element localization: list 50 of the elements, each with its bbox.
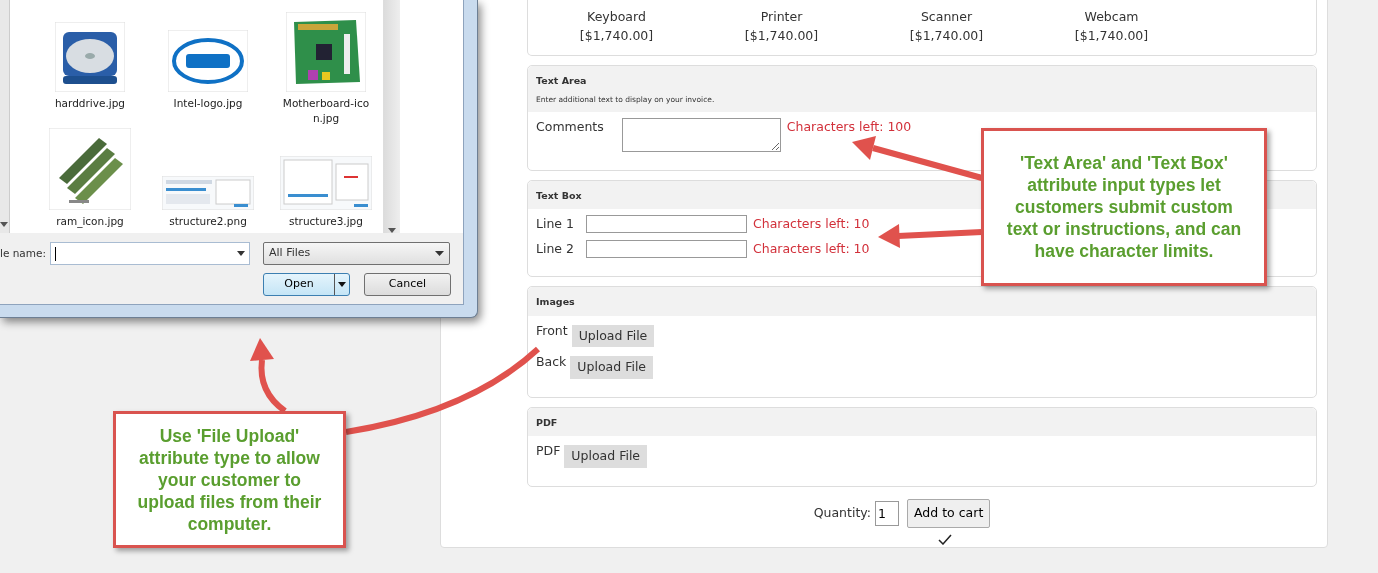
comments-field[interactable]: [621, 117, 781, 152]
field-label: PDF: [536, 442, 561, 461]
section-title: PDF: [536, 416, 559, 430]
section-title: Text Area: [536, 74, 588, 88]
product-price: [$1,740.00]: [578, 27, 655, 45]
file-name[interactable]: structure3.jpg: [280, 214, 372, 229]
file-name[interactable]: harddrive.jpg: [44, 96, 136, 111]
quantity-label: Quantity:: [813, 504, 871, 522]
file-name[interactable]: ram_icon.jpg: [44, 214, 136, 229]
upload-button[interactable]: Upload File: [564, 445, 648, 468]
file-type-dropdown[interactable]: All Files: [263, 242, 451, 265]
checkmark-icon: [938, 533, 952, 545]
caret-icon: [435, 251, 445, 256]
characters-left: Characters left: 10: [753, 239, 870, 258]
section-title: Images: [536, 295, 576, 310]
cancel-button[interactable]: Cancel: [364, 273, 451, 296]
section-title: Text Box: [536, 188, 583, 203]
scroll-down-icon[interactable]: [388, 228, 396, 233]
caret-icon: [338, 282, 346, 287]
field-label: Line 2: [536, 239, 574, 258]
product-name: Printer: [759, 8, 804, 26]
scrollbar[interactable]: [383, 0, 400, 233]
field-label: Back: [536, 353, 567, 372]
file-name-field[interactable]: [50, 242, 251, 265]
product-price: [$1,740.00]: [908, 27, 985, 45]
characters-left: Characters left: 100: [786, 117, 912, 136]
upload-button[interactable]: Upload File: [571, 324, 655, 348]
callout-note: 'Text Area' and 'Text Box' attribute input types let customers submit custom text or instructions, and can have character limits.: [981, 128, 1267, 286]
callout-note: Use 'File Upload' attribute type to allow your customer to upload files from their computer.: [113, 411, 346, 548]
characters-left: Characters left: 10: [753, 214, 870, 233]
text-field[interactable]: [586, 239, 747, 258]
product-name: Keyboard: [586, 8, 647, 26]
open-button[interactable]: Open: [263, 273, 350, 296]
product-price: [$1,740.00]: [1073, 27, 1150, 45]
scroll-down-icon[interactable]: [0, 222, 8, 227]
upload-button[interactable]: Upload File: [570, 356, 654, 379]
text-field[interactable]: [586, 214, 747, 233]
file-name[interactable]: structure2.png: [162, 214, 254, 229]
field-label: Line 1: [536, 214, 574, 233]
file-name[interactable]: Motherboard-icon.jpg: [280, 96, 372, 126]
product-price: [$1,740.00]: [743, 27, 820, 45]
field-label: Comments: [536, 117, 604, 136]
file-name[interactable]: Intel-logo.jpg: [162, 96, 254, 111]
file-name-label: le name:: [0, 245, 47, 261]
add-to-cart-button[interactable]: Add to cart: [907, 499, 991, 528]
product-name: Scanner: [919, 8, 974, 26]
product-name: Webcam: [1083, 8, 1140, 26]
caret-icon[interactable]: [237, 251, 246, 256]
quantity-field[interactable]: 1: [875, 500, 899, 526]
field-label: Front: [536, 321, 568, 340]
